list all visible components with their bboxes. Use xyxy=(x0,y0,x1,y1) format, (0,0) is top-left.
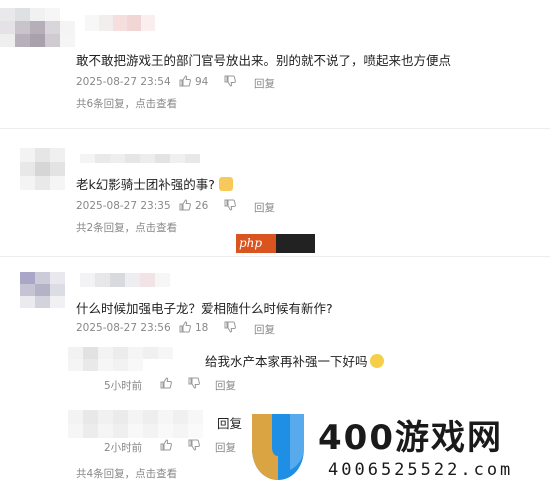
reply-button[interactable]: 回复 xyxy=(215,378,236,393)
thumbs-down-icon[interactable] xyxy=(188,377,200,389)
thumbs-down-icon[interactable] xyxy=(224,321,236,333)
username-blurred[interactable] xyxy=(80,273,170,287)
thumbs-down-icon[interactable] xyxy=(188,439,200,451)
view-replies-link[interactable]: 共6条回复，点击查看 xyxy=(76,96,177,111)
comment-text-content: 老k幻影骑士团补强的事? xyxy=(76,177,215,192)
site-watermark: 400游戏网 4006525522.com xyxy=(248,408,548,486)
like-count: 26 xyxy=(195,200,209,212)
smile-emoji-icon xyxy=(369,354,384,368)
reply-button[interactable]: 回复 xyxy=(254,76,275,91)
reply-button[interactable]: 回复 xyxy=(215,440,236,455)
thumbs-up-icon[interactable] xyxy=(160,439,172,451)
reply-time: 5小时前 xyxy=(104,380,143,392)
reply-button[interactable]: 回复 xyxy=(254,200,275,215)
reply-time: 2小时前 xyxy=(104,442,143,454)
site-name: 400游戏网 xyxy=(318,418,503,458)
thumbs-up-icon[interactable] xyxy=(179,199,191,211)
comment-date: 2025-08-27 23:35 xyxy=(76,200,171,212)
divider xyxy=(0,256,550,257)
avatar[interactable] xyxy=(0,8,75,47)
reply-text-content: 给我水产本家再补强一下好吗 xyxy=(205,354,368,369)
view-replies-link[interactable]: 共2条回复，点击查看 xyxy=(76,220,177,235)
php-watermark: php xyxy=(236,234,315,253)
username-blurred[interactable] xyxy=(80,154,200,163)
thumbs-down-icon[interactable] xyxy=(224,75,236,87)
thumbs-up-icon[interactable] xyxy=(179,321,191,333)
avatar[interactable] xyxy=(20,272,65,308)
divider xyxy=(0,128,550,129)
thumbs-down-icon[interactable] xyxy=(224,199,236,211)
thumbs-up-icon[interactable] xyxy=(160,377,172,389)
comment-date: 2025-08-27 23:54 xyxy=(76,76,171,88)
reply-text: 给我水产本家再补强一下好吗 xyxy=(205,351,384,370)
comment-text: 什么时候加强电子龙？爱相随什么时候有新作? xyxy=(76,301,333,316)
thumbs-up-icon[interactable] xyxy=(179,75,191,87)
site-phone: 4006525522.com xyxy=(328,460,514,480)
reply-avatar-username-blurred[interactable] xyxy=(68,410,203,438)
cat-emoji-icon xyxy=(218,177,233,191)
reply-button[interactable]: 回复 xyxy=(254,322,275,337)
avatar[interactable] xyxy=(20,148,65,190)
like-count: 94 xyxy=(195,76,209,88)
php-label: php xyxy=(239,236,263,250)
reply-text: 回复 xyxy=(217,416,243,431)
comment-text: 敢不敢把游戏王的部门官号放出来。别的就不说了，喷起来也方便点 xyxy=(76,53,452,68)
comment-date: 2025-08-27 23:56 xyxy=(76,322,171,334)
reply-avatar-username-blurred[interactable] xyxy=(68,347,203,371)
site-logo-icon xyxy=(252,414,304,480)
like-count: 18 xyxy=(195,322,209,334)
view-replies-link[interactable]: 共4条回复，点击查看 xyxy=(76,466,177,481)
username-blurred[interactable] xyxy=(85,15,155,31)
comment-text: 老k幻影骑士团补强的事? xyxy=(76,174,233,193)
